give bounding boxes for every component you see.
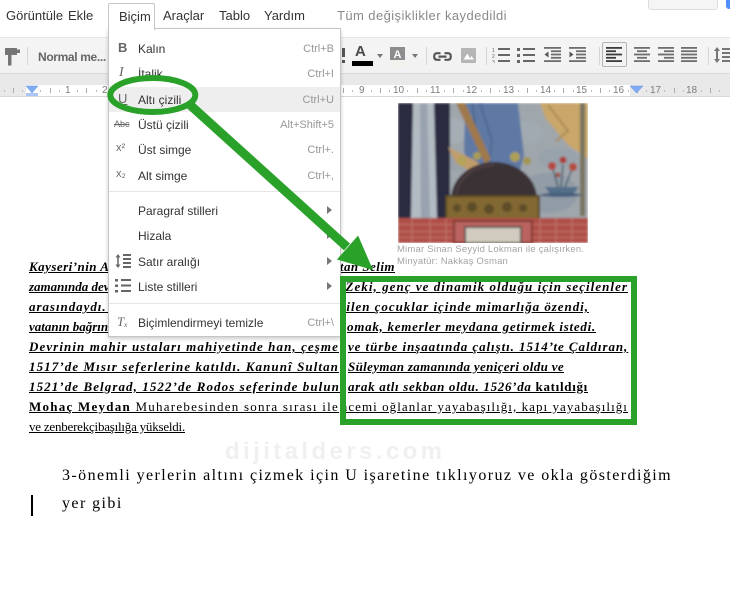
- svg-text:A: A: [394, 49, 402, 61]
- svg-text:3: 3: [492, 60, 495, 63]
